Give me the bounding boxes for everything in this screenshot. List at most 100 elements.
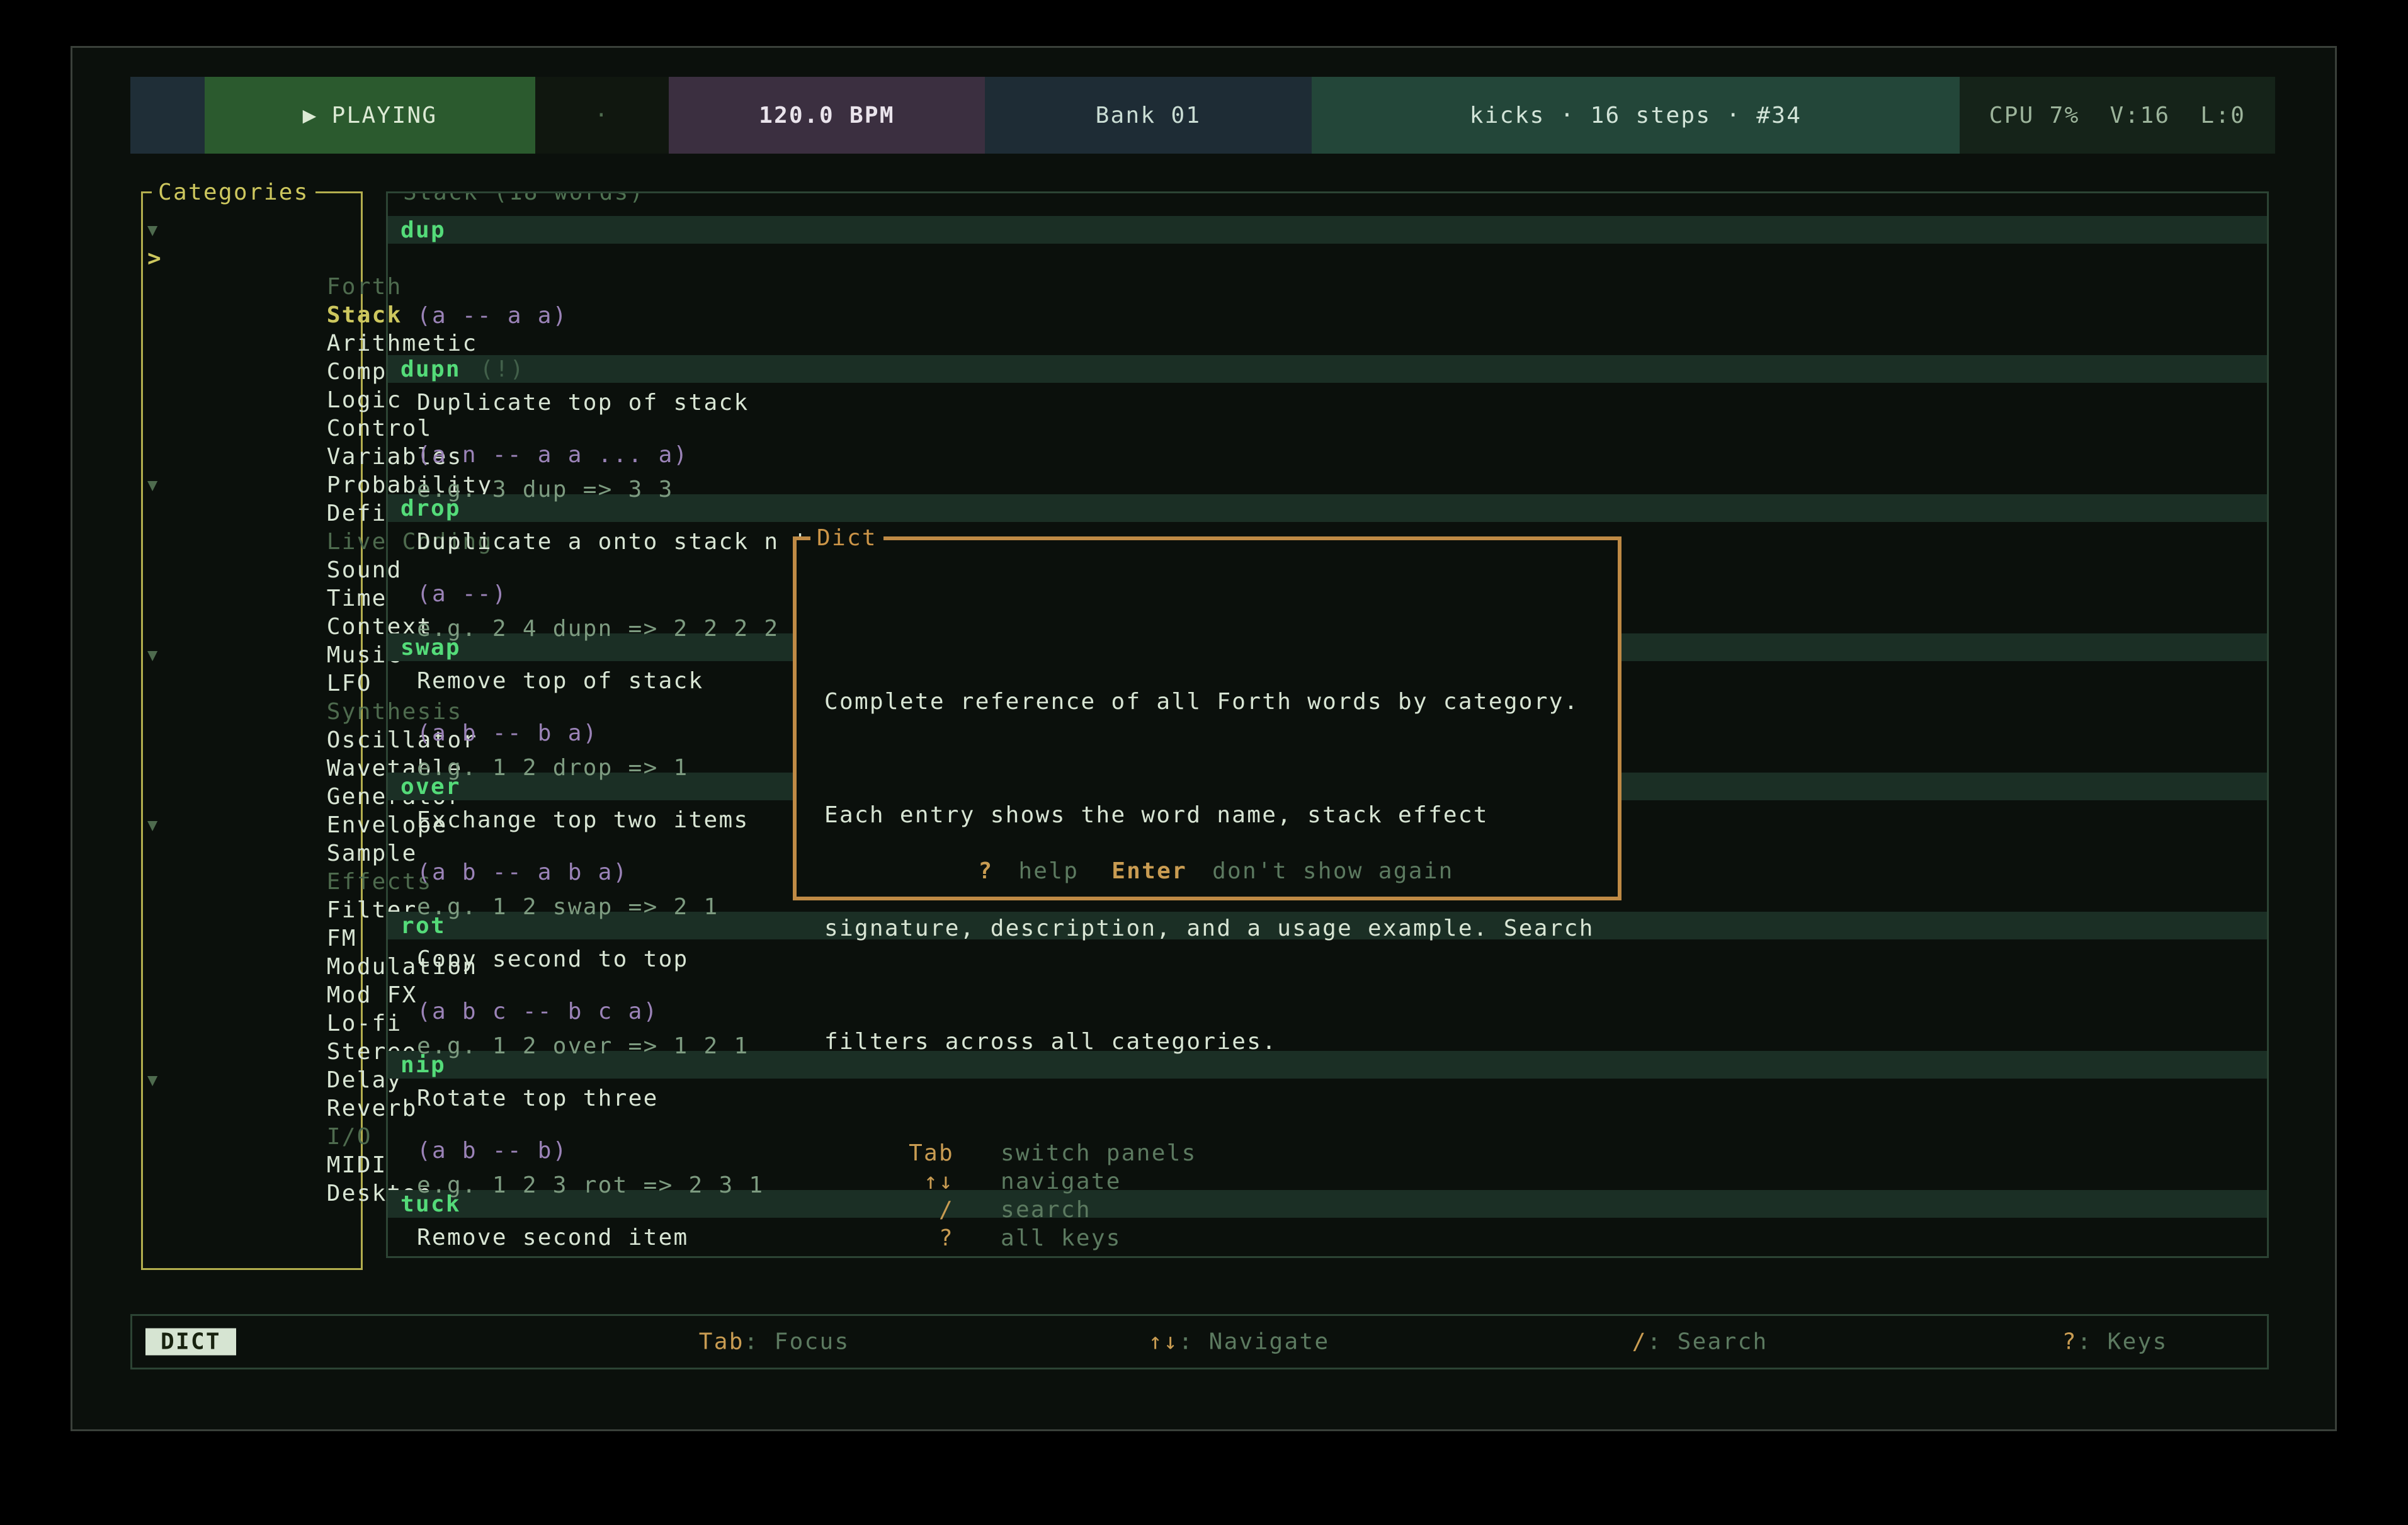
sidebar-item[interactable]: ▼ Synthesis xyxy=(143,641,361,669)
pattern-info[interactable]: kicks · 16 steps · #34 xyxy=(1312,77,1960,154)
statusbar-hint-label: : Search xyxy=(1647,1329,1768,1355)
bank-display[interactable]: Bank 01 xyxy=(985,77,1312,154)
sidebar-item[interactable]: Generator xyxy=(143,726,361,754)
word-name: dup xyxy=(400,217,446,243)
stack-signature: (a n -- a a ... a) xyxy=(417,441,2267,470)
sidebar-item[interactable]: Mod FX xyxy=(143,924,361,953)
statusbar-hint-key: / xyxy=(1632,1329,1647,1355)
sidebar-item[interactable]: LFO xyxy=(143,613,361,641)
statusbar-hint-key: ↑↓ xyxy=(1149,1329,1179,1355)
sidebar-item[interactable]: Lo-fi xyxy=(143,953,361,981)
categories-panel-title: Categories xyxy=(152,177,315,208)
words-panel-title: Stack (18 words) xyxy=(397,191,651,208)
sidebar-item[interactable]: Oscillator xyxy=(143,669,361,698)
sidebar-item[interactable]: FM xyxy=(143,868,361,896)
modal-text-line: Complete reference of all Forth words by… xyxy=(824,688,1618,716)
modal-footer-hint[interactable]: ? help xyxy=(960,858,1094,884)
shortcut-key: ↑↓ xyxy=(797,1167,954,1196)
app-window: ▶ PLAYING · 120.0 BPM Bank 01 kicks · 16… xyxy=(71,46,2337,1431)
sidebar-item[interactable]: ▼ Effects xyxy=(143,811,361,839)
word-header[interactable]: dupn (!) xyxy=(388,355,2267,383)
modal-text-line: signature, description, and a usage exam… xyxy=(824,914,1618,943)
categories-panel: Categories ▼ Forth > Stack Arithmetic xyxy=(141,191,363,1270)
modal-footer-hint[interactable]: Enter don't show again xyxy=(1094,858,1453,884)
tree-marker-icon: ▼ xyxy=(147,216,174,244)
word-name: dupn xyxy=(400,356,461,382)
sidebar-item[interactable]: ▼ Forth xyxy=(143,216,361,244)
bpm-display[interactable]: 120.0 BPM xyxy=(669,77,985,154)
statusbar-hint: ?: Keys xyxy=(1911,1303,2168,1381)
system-stats: CPU 7% V:16 L:0 xyxy=(1960,77,2275,154)
sidebar-item[interactable]: Stereo xyxy=(143,981,361,1009)
word-name: nip xyxy=(400,1052,446,1078)
sidebar-item[interactable]: Sample xyxy=(143,783,361,811)
sidebar-item[interactable]: ▼ Live Coding xyxy=(143,471,361,499)
sidebar-item[interactable]: Wavetable xyxy=(143,698,361,726)
sidebar-item[interactable]: Definitions xyxy=(143,443,361,471)
sidebar-item[interactable]: Envelope xyxy=(143,754,361,783)
modal-text-line: Each entry shows the word name, stack ef… xyxy=(824,801,1618,829)
categories-tree: ▼ Forth > Stack Arithmetic Comparison xyxy=(143,193,361,1151)
shortcut-description: navigate xyxy=(1001,1169,1122,1194)
sidebar-item[interactable]: Variables xyxy=(143,386,361,414)
sidebar-item[interactable]: Arithmetic xyxy=(143,273,361,301)
word-name: swap xyxy=(400,635,461,660)
transport-bar: ▶ PLAYING · 120.0 BPM Bank 01 kicks · 16… xyxy=(130,77,2314,154)
sidebar-item[interactable]: Sound xyxy=(143,499,361,528)
transport-status[interactable]: ▶ PLAYING xyxy=(205,77,535,154)
word-name: tuck xyxy=(400,1191,461,1217)
sidebar-item[interactable]: Filter xyxy=(143,839,361,868)
shortcut-key: Tab xyxy=(797,1139,954,1167)
statusbar-hint-key: ? xyxy=(2062,1329,2077,1355)
sidebar-item[interactable]: Time xyxy=(143,528,361,556)
sidebar-item[interactable]: ▼ I/O xyxy=(143,1066,361,1094)
sidebar-item[interactable]: Probability xyxy=(143,414,361,443)
word-header[interactable]: dup xyxy=(388,216,2267,244)
modal-title: Dict xyxy=(810,523,883,554)
tree-marker-icon: ▼ xyxy=(147,1066,174,1094)
word-name: drop xyxy=(400,496,461,521)
word-entry[interactable]: dupn (!) (a n -- a a ... a) Duplicate a … xyxy=(388,355,2267,494)
modal-shortcut-list: Tab switch panels ↑↓ navigate / search ?… xyxy=(797,1139,1618,1252)
sidebar-item[interactable]: Modulation xyxy=(143,896,361,924)
shortcut-key: ? xyxy=(797,1224,954,1252)
statusbar-hint-key: Tab xyxy=(699,1329,744,1355)
sidebar-item[interactable]: Music xyxy=(143,584,361,613)
sidebar-item[interactable]: MIDI xyxy=(143,1094,361,1123)
modal-text-line: filters across all categories. xyxy=(824,1028,1618,1056)
word-name: over xyxy=(400,774,461,800)
footer-action-label: help xyxy=(1018,858,1079,884)
tree-marker-icon: ▼ xyxy=(147,811,174,839)
statusbar-hint-label: : Keys xyxy=(2077,1329,2168,1355)
footer-key: ? xyxy=(978,858,993,884)
footer-action-label: don't show again xyxy=(1212,858,1454,884)
statusbar-hint-label: : Focus xyxy=(744,1329,850,1355)
sidebar-item-label: MIDI xyxy=(327,1152,387,1178)
statusbar-hint: Tab: Focus xyxy=(548,1303,850,1381)
shortcut-description: switch panels xyxy=(1001,1140,1197,1166)
shortcut-row: ↑↓ navigate xyxy=(797,1167,1618,1196)
sidebar-item[interactable]: Logic xyxy=(143,329,361,358)
shortcut-description: search xyxy=(1001,1197,1091,1223)
sidebar-item[interactable]: Control xyxy=(143,358,361,386)
shortcut-description: all keys xyxy=(1001,1225,1122,1251)
shortcut-row: ? all keys xyxy=(797,1224,1618,1252)
word-tag: (!) xyxy=(480,356,525,382)
tree-marker-icon: ▼ xyxy=(147,641,174,669)
separator-dot-icon: · xyxy=(594,103,610,128)
sidebar-item[interactable]: Desktop xyxy=(143,1123,361,1151)
stack-signature: (a -- a a) xyxy=(417,302,2267,331)
statusbar-hint: /: Search xyxy=(1481,1303,1768,1381)
modal-description: Complete reference of all Forth words by… xyxy=(797,540,1618,1113)
sidebar-item[interactable]: Context xyxy=(143,556,361,584)
sidebar-item[interactable]: > Stack xyxy=(143,244,361,273)
shortcut-key: / xyxy=(797,1196,954,1224)
sidebar-item[interactable]: Delay xyxy=(143,1009,361,1038)
statusbar-hint: ↑↓: Navigate xyxy=(997,1303,1329,1381)
footer-key: Enter xyxy=(1111,858,1187,884)
topbar-spacer xyxy=(130,77,205,154)
sidebar-item[interactable]: Comparison xyxy=(143,301,361,329)
sidebar-item[interactable]: Reverb xyxy=(143,1038,361,1066)
word-entry[interactable]: dup (a -- a a) Duplicate top of stack e.… xyxy=(388,216,2267,355)
tree-marker-icon: ▼ xyxy=(147,471,174,499)
